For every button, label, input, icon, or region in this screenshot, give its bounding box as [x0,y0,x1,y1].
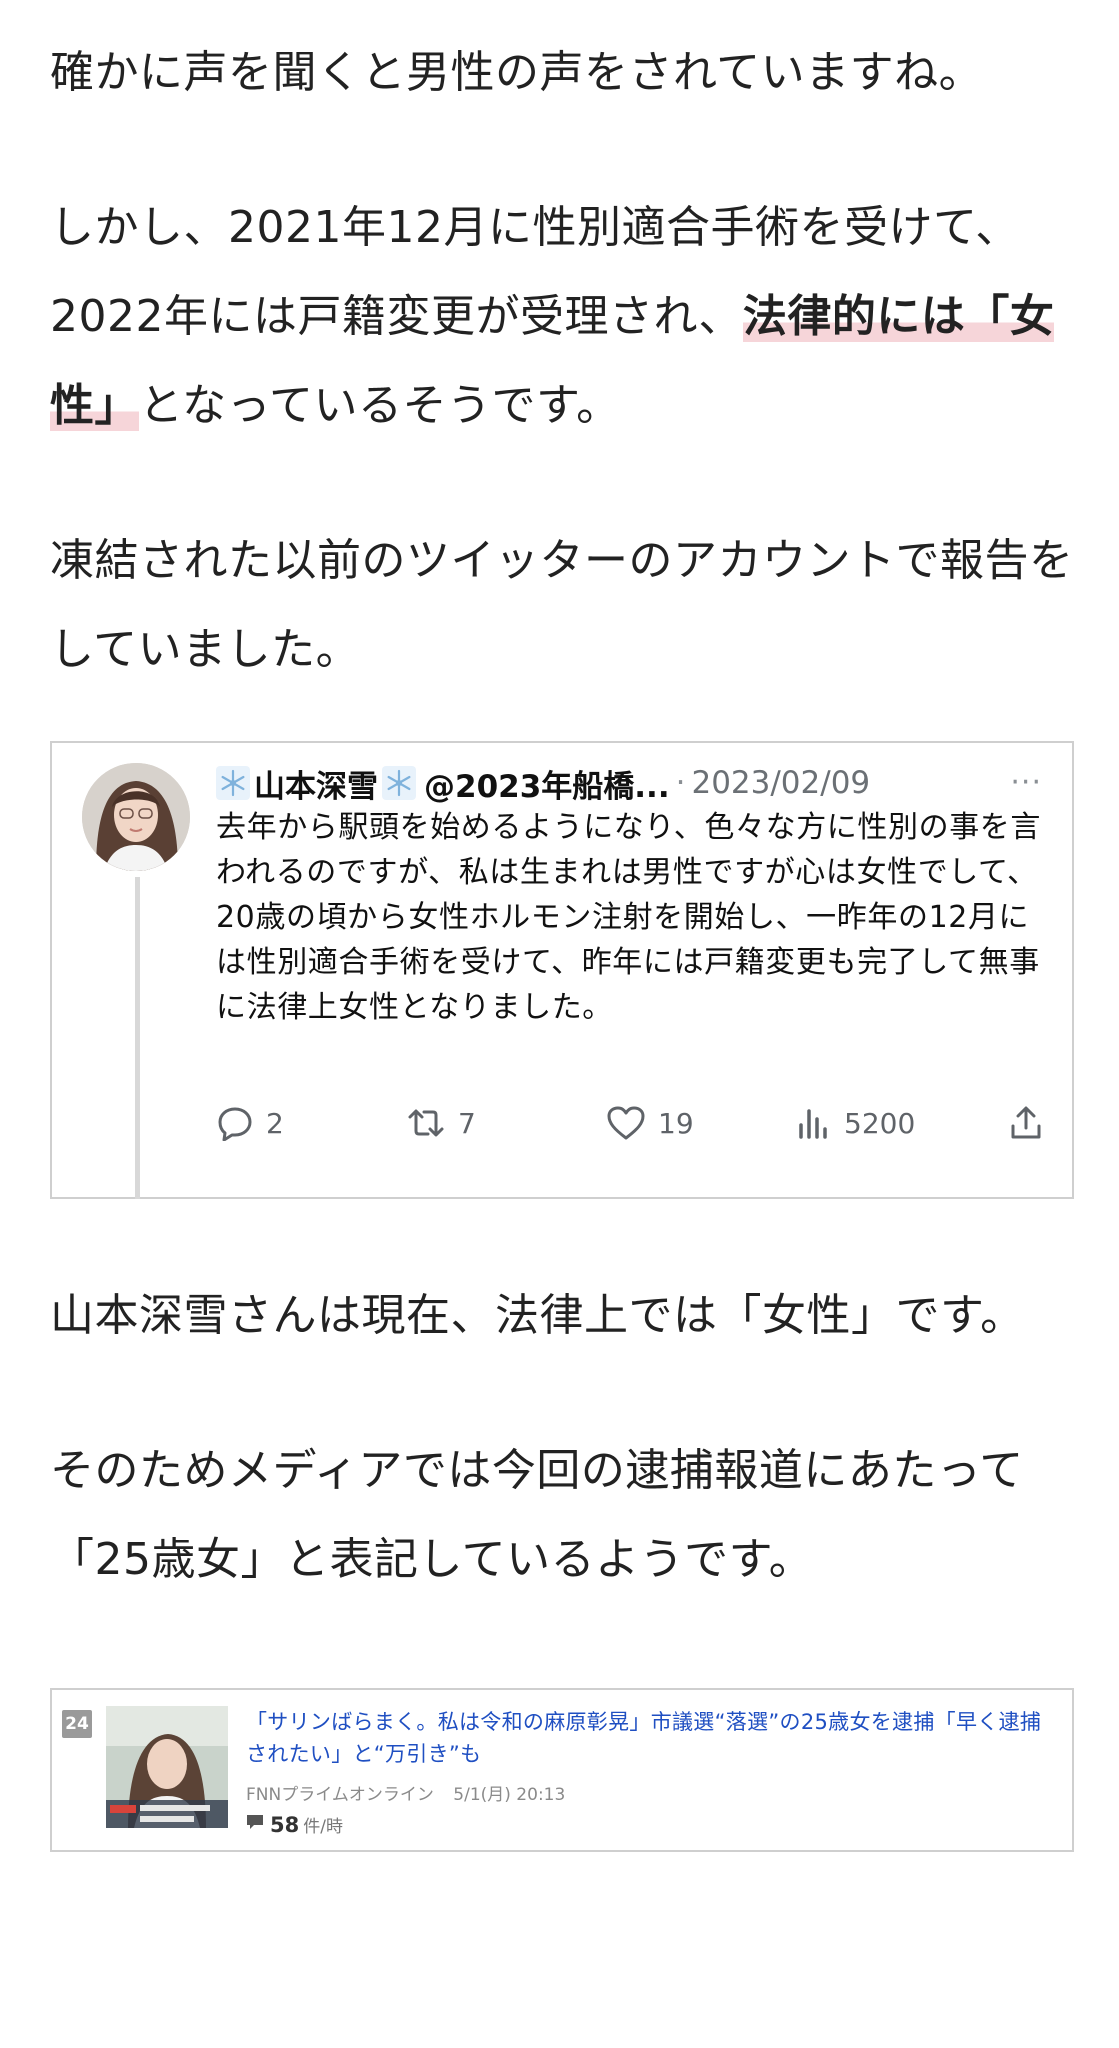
retweet-button[interactable]: 7 [406,1105,476,1141]
tweet-separator: · [675,765,686,801]
reply-button[interactable]: 2 [216,1105,284,1141]
reply-icon [216,1105,254,1141]
tweet-date[interactable]: 2023/02/09 [691,765,870,801]
reply-count: 2 [266,1106,284,1140]
news-timestamp: 5/1(月) 20:13 [453,1785,566,1805]
embedded-tweet[interactable]: 山本深雪 @2023年船橋... · 2023/02/09 ··· 去年から駅頭… [50,741,1074,1199]
analytics-icon [796,1105,832,1141]
more-options-icon[interactable]: ··· [1010,765,1042,800]
views-button[interactable]: 5200 [796,1105,915,1141]
retweet-icon [406,1105,446,1141]
news-comment-unit: 件/時 [303,1817,343,1837]
news-headline[interactable]: 「サリンばらまく。私は令和の麻原彰晃」市議選“落選”の25歳女を逮捕「早く逮捕さ… [246,1706,1056,1770]
share-icon [1008,1105,1044,1141]
comment-icon [246,1814,264,1835]
news-link-card[interactable]: 24 「サリンばらまく。私は令和の麻原彰晃」市議選“落選”の25歳女を逮捕「早く… [50,1688,1074,1852]
snowflake-icon [216,766,250,800]
paragraph-media: そのためメディアでは今回の逮捕報道にあたって「25歳女」と表記しているようです。 [50,1445,1024,1585]
tweet-header: 山本深雪 @2023年船橋... · 2023/02/09 [216,761,870,805]
paragraph-voice: 確かに声を聞くと男性の声をされていますね。 [50,47,984,98]
news-thumbnail[interactable] [106,1706,228,1828]
paragraph-surgery-end: となっているそうです。 [139,380,621,431]
retweet-count: 7 [458,1106,476,1140]
news-source: FNNプライムオンライン [246,1785,434,1805]
news-rank-badge: 24 [62,1710,92,1738]
like-button[interactable]: 19 [606,1105,694,1141]
paragraph-surgery: しかし、2021年12月に性別適合手術を受けて、2022年には戸籍変更が受理され… [50,183,1080,450]
news-comment-count: 58 [270,1812,300,1837]
like-count: 19 [658,1106,694,1140]
paragraph-legal-status: 山本深雪さんは現在、法律上では「女性」です。 [50,1290,1025,1341]
tweet-display-name[interactable]: 山本深雪 [254,761,378,806]
thread-line [135,877,140,1199]
news-comments[interactable]: 58 件/時 [246,1812,343,1837]
paragraph-report: 凍結された以前のツイッターのアカウントで報告をしていました。 [50,535,1074,675]
article-content: 確かに声を聞くと男性の声をされていますね。 しかし、2021年12月に性別適合手… [50,28,1080,1852]
news-meta: FNNプライムオンライン 5/1(月) 20:13 [246,1780,565,1805]
tweet-actions: 2 7 19 5200 [216,1105,1046,1155]
snowflake-icon [382,766,416,800]
highlight-legal: 法律的 [742,291,877,342]
share-button[interactable] [1008,1105,1044,1141]
avatar[interactable] [82,763,190,871]
tweet-body: 去年から駅頭を始めるようになり、色々な方に性別の事を言われるのですが、私は生まれ… [216,810,1041,1025]
heart-icon [606,1105,646,1141]
tweet-handle[interactable]: @2023年船橋... [424,761,670,806]
view-count: 5200 [844,1106,916,1140]
